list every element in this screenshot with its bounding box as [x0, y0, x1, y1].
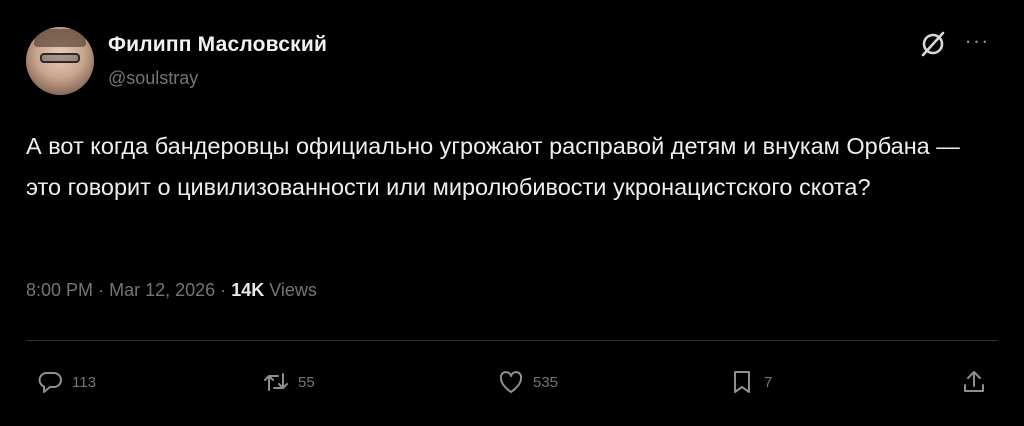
tweet-text: А вот когда бандеровцы официально угрожа… [26, 133, 960, 200]
bookmark-icon [734, 371, 750, 393]
author-handle[interactable]: @soulstray [108, 68, 198, 89]
repost-button[interactable]: 55 [262, 368, 315, 396]
repost-icon [264, 373, 288, 391]
bookmark-count: 7 [764, 373, 773, 391]
views-count: 14K [231, 280, 265, 300]
share-icon [964, 371, 984, 392]
meta-separator: · [220, 280, 227, 300]
bookmark-button[interactable]: 7 [728, 368, 772, 396]
reply-count: 113 [72, 373, 96, 391]
more-icon[interactable]: ··· [962, 30, 992, 56]
meta-separator: · [98, 280, 105, 300]
reply-icon [38, 372, 62, 393]
share-button[interactable] [960, 368, 988, 396]
avatar-glasses [40, 53, 80, 63]
author-name[interactable]: Филипп Масловский [108, 33, 327, 57]
heart-icon [499, 371, 523, 393]
grok-icon[interactable] [919, 30, 947, 58]
avatar-hair [34, 29, 86, 47]
divider [26, 340, 998, 341]
views-label: Views [269, 280, 317, 300]
repost-count: 55 [298, 373, 315, 391]
tweet-meta: 8:00 PM · Mar 12, 2026 · 14K Views [26, 280, 317, 301]
like-count: 535 [533, 373, 559, 391]
tweet-date[interactable]: Mar 12, 2026 [109, 280, 215, 300]
reply-button[interactable]: 113 [36, 368, 96, 396]
tweet-time[interactable]: 8:00 PM [26, 280, 93, 300]
avatar[interactable] [26, 27, 94, 95]
like-button[interactable]: 535 [497, 368, 558, 396]
